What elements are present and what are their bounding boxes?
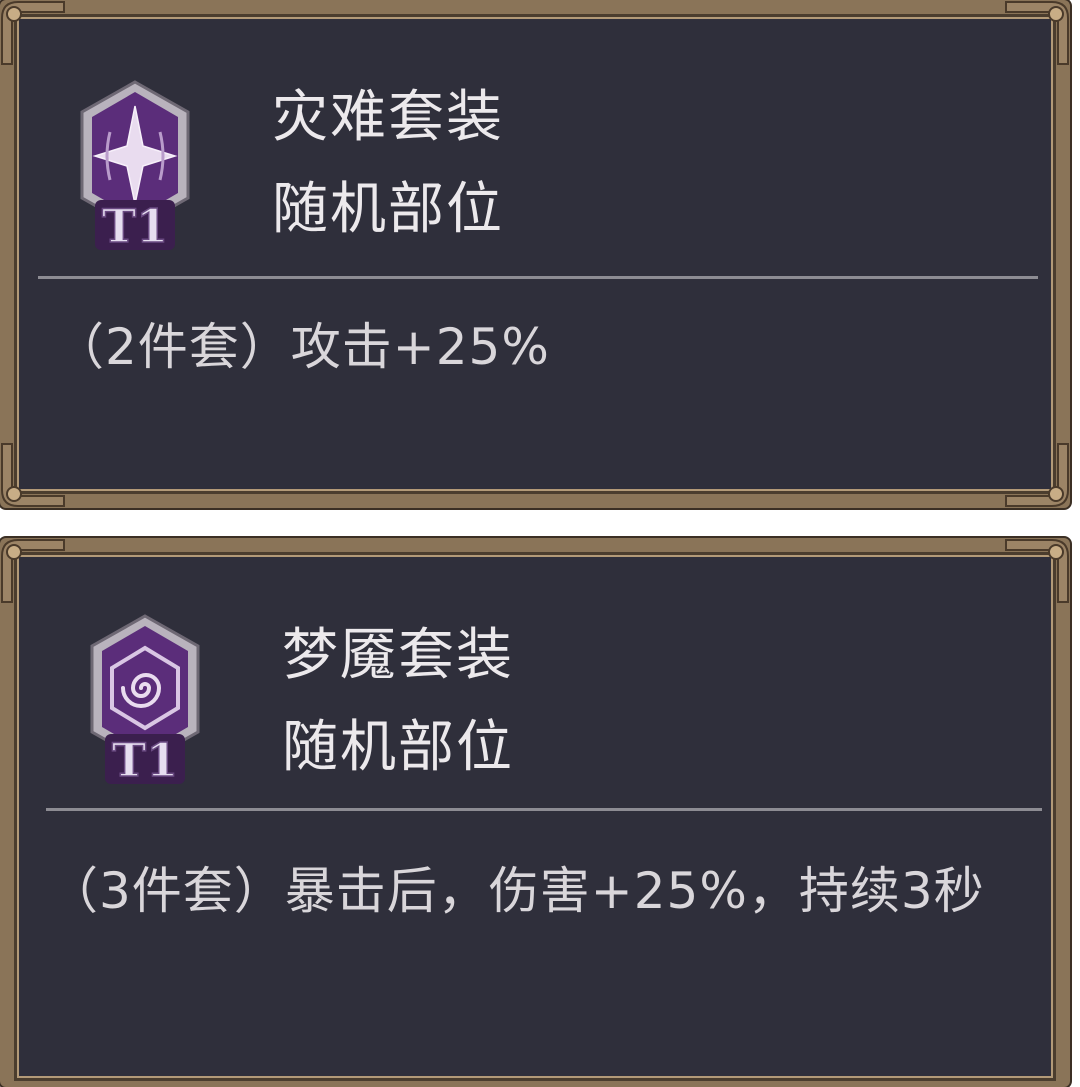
set-tooltip-panel-disaster: T1 灾难套装 随机部位 （2件套）攻击+25% — [0, 0, 1070, 508]
frame-corner-ornament — [0, 536, 68, 606]
tier-badge: T1 — [80, 610, 210, 790]
divider — [38, 276, 1038, 279]
set-bonus-text: （2件套）攻击+25% — [54, 318, 550, 376]
set-tooltip-panel-nightmare: T1 梦魇套装 随机部位 （3件套）暴击后，伤害+25%，持续3秒 — [0, 538, 1070, 1087]
tier-badge: T1 — [70, 76, 200, 256]
set-slot: 随机部位 — [282, 715, 514, 780]
set-name: 梦魇套装 — [282, 623, 514, 688]
set-bonus-text: （3件套）暴击后，伤害+25%，持续3秒 — [48, 862, 985, 920]
tier-label: T1 — [102, 199, 168, 253]
set-slot: 随机部位 — [272, 177, 504, 242]
frame-corner-ornament — [1002, 0, 1072, 68]
frame-corner-ornament — [1002, 440, 1072, 510]
tier-label: T1 — [112, 733, 178, 787]
tooltip-stage: T1 灾难套装 随机部位 （2件套）攻击+25% T1 梦魇套装 随机部位 （3… — [0, 0, 1080, 1087]
frame-corner-ornament — [0, 0, 68, 68]
set-name: 灾难套装 — [272, 85, 504, 150]
divider — [46, 808, 1042, 811]
frame-corner-ornament — [1002, 536, 1072, 606]
frame-corner-ornament — [0, 440, 68, 510]
